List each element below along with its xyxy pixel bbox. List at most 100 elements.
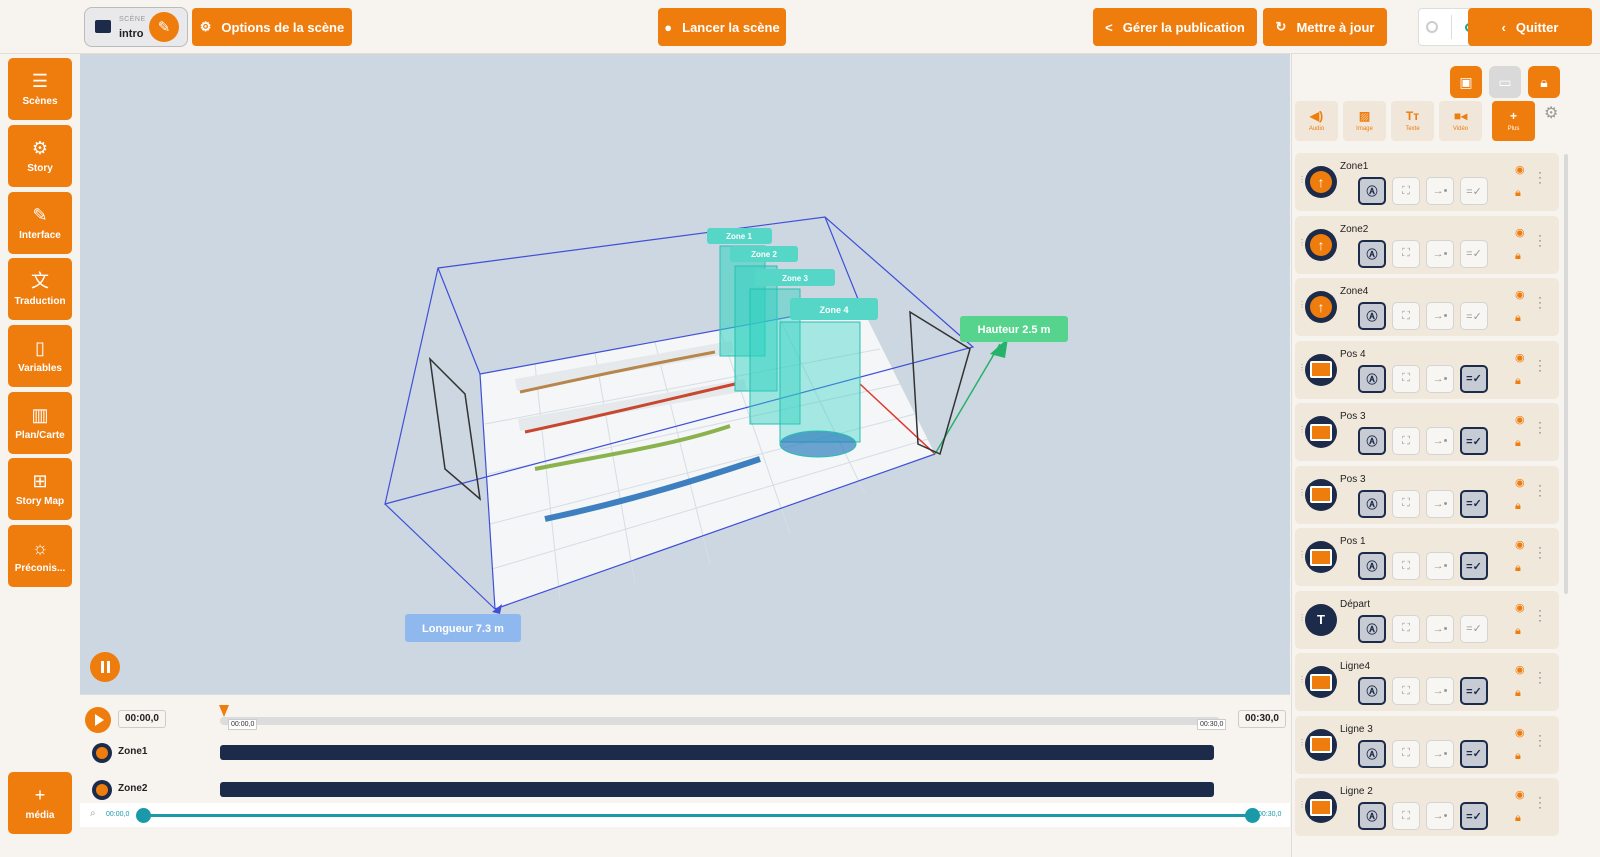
- check-toggle-button[interactable]: =✓: [1460, 302, 1488, 330]
- tab-texte[interactable]: Tт Texte: [1391, 101, 1434, 141]
- fullscreen-toggle-button[interactable]: ⛶: [1392, 302, 1420, 330]
- check-toggle-button[interactable]: =✓: [1460, 239, 1488, 268]
- sidebar-item-interface[interactable]: ✎ Interface: [8, 192, 72, 254]
- enter-toggle-button[interactable]: →•: [1426, 552, 1454, 580]
- fullscreen-toggle-button[interactable]: ⛶: [1392, 677, 1420, 705]
- more-options-icon[interactable]: · · ·: [1538, 416, 1542, 438]
- tab-audio[interactable]: ◀) Audio: [1295, 101, 1338, 141]
- edit-scene-button[interactable]: ✎: [149, 12, 179, 42]
- layer-item[interactable]: ⋮⋮ Pos 3 Ⓐ ⛶ →• =✓ ◉ 🔒︎ · · ·: [1295, 465, 1559, 524]
- more-options-icon[interactable]: · · ·: [1538, 354, 1542, 376]
- fullscreen-toggle-button[interactable]: ⛶: [1392, 239, 1420, 268]
- more-options-icon[interactable]: · · ·: [1538, 291, 1542, 313]
- timeline-zoom-bar[interactable]: ⌕ 00:00,0 00:30,0: [80, 803, 1290, 827]
- visibility-eye-icon[interactable]: ◉: [1515, 726, 1525, 739]
- timer-toggle-button[interactable]: Ⓐ: [1358, 302, 1386, 330]
- lock-icon[interactable]: 🔒︎: [1515, 562, 1521, 575]
- more-options-icon[interactable]: · · ·: [1538, 479, 1542, 501]
- layer-item[interactable]: ⋮⋮ T Départ Ⓐ ⛶ →• =✓ ◉ 🔒︎ · · ·: [1295, 590, 1559, 649]
- zoom-start-handle[interactable]: [136, 808, 151, 823]
- fullscreen-toggle-button[interactable]: ⛶: [1392, 614, 1420, 643]
- lock-icon[interactable]: 🔒︎: [1515, 375, 1521, 388]
- layer-item[interactable]: ⋮⋮Zone2Ⓐ⛶→•=✓◉🔒︎···: [1295, 215, 1559, 274]
- fullscreen-toggle-button[interactable]: ⛶: [1392, 552, 1420, 580]
- visibility-eye-icon[interactable]: ◉: [1515, 601, 1525, 614]
- lock-all-button[interactable]: 🔒︎: [1528, 66, 1560, 98]
- lock-icon[interactable]: 🔒︎: [1515, 750, 1521, 763]
- add-media-button[interactable]: + média: [8, 772, 72, 834]
- sidebar-item-plan-carte[interactable]: ▥ Plan/Carte: [8, 392, 72, 454]
- enter-toggle-button[interactable]: →•: [1426, 239, 1454, 268]
- enter-toggle-button[interactable]: →•: [1426, 302, 1454, 330]
- visibility-eye-icon[interactable]: ◉: [1515, 788, 1525, 801]
- lock-icon[interactable]: 🔒︎: [1515, 687, 1521, 700]
- timeline-play-button[interactable]: [85, 707, 111, 733]
- more-options-icon[interactable]: · · ·: [1538, 166, 1542, 188]
- layer-item[interactable]: ⋮⋮Zone4Ⓐ⛶→•=✓◉🔒︎···: [1295, 278, 1559, 336]
- enter-toggle-button[interactable]: →•: [1426, 427, 1454, 455]
- timer-toggle-button[interactable]: Ⓐ: [1358, 552, 1386, 580]
- lock-icon[interactable]: 🔒︎: [1515, 500, 1521, 513]
- tab-video[interactable]: ■◂ Vidéo: [1439, 101, 1482, 141]
- visibility-eye-icon[interactable]: ◉: [1515, 226, 1525, 239]
- add-folder-button[interactable]: ▣: [1450, 66, 1482, 98]
- settings-gear-icon[interactable]: ⚙: [1544, 103, 1558, 123]
- layer-item[interactable]: ⋮⋮Zone1Ⓐ⛶→•=✓◉🔒︎···: [1295, 153, 1559, 211]
- timer-toggle-button[interactable]: Ⓐ: [1358, 364, 1386, 393]
- timer-toggle-button[interactable]: Ⓐ: [1358, 739, 1386, 768]
- visibility-eye-icon[interactable]: ◉: [1515, 413, 1525, 426]
- check-toggle-button[interactable]: =✓: [1460, 802, 1488, 830]
- lock-icon[interactable]: 🔒︎: [1515, 812, 1521, 825]
- check-toggle-button[interactable]: =✓: [1460, 614, 1488, 643]
- layer-item[interactable]: ⋮⋮ Pos 3 Ⓐ ⛶ →• =✓ ◉ 🔒︎ · · ·: [1295, 403, 1559, 461]
- timer-toggle-button[interactable]: Ⓐ: [1358, 614, 1386, 643]
- update-button[interactable]: ↻ Mettre à jour: [1263, 8, 1387, 46]
- timeline-track[interactable]: Zone1: [80, 743, 1290, 779]
- enter-toggle-button[interactable]: →•: [1426, 177, 1454, 205]
- fullscreen-toggle-button[interactable]: ⛶: [1392, 427, 1420, 455]
- check-toggle-button[interactable]: =✓: [1460, 739, 1488, 768]
- fullscreen-toggle-button[interactable]: ⛶: [1392, 802, 1420, 830]
- enter-toggle-button[interactable]: →•: [1426, 489, 1454, 518]
- visibility-eye-icon[interactable]: ◉: [1515, 663, 1525, 676]
- layers-scrollbar[interactable]: [1564, 154, 1568, 594]
- timer-toggle-button[interactable]: Ⓐ: [1358, 802, 1386, 830]
- timer-toggle-button[interactable]: Ⓐ: [1358, 427, 1386, 455]
- timer-toggle-button[interactable]: Ⓐ: [1358, 239, 1386, 268]
- visibility-eye-icon[interactable]: ◉: [1515, 288, 1525, 301]
- visibility-eye-icon[interactable]: ◉: [1515, 351, 1525, 364]
- check-toggle-button[interactable]: =✓: [1460, 489, 1488, 518]
- check-toggle-button[interactable]: =✓: [1460, 364, 1488, 393]
- enter-toggle-button[interactable]: →•: [1426, 739, 1454, 768]
- playhead-marker-icon[interactable]: [219, 705, 229, 717]
- sidebar-item-story-map[interactable]: ⊞ Story Map: [8, 458, 72, 520]
- fullscreen-toggle-button[interactable]: ⛶: [1392, 364, 1420, 393]
- enter-toggle-button[interactable]: →•: [1426, 614, 1454, 643]
- quit-button[interactable]: ‹ Quitter: [1468, 8, 1592, 46]
- visibility-eye-icon[interactable]: ◉: [1515, 476, 1525, 489]
- more-options-icon[interactable]: · · ·: [1538, 729, 1542, 751]
- enter-toggle-button[interactable]: →•: [1426, 802, 1454, 830]
- pause-button[interactable]: [90, 652, 120, 682]
- tab-plus[interactable]: + Plus: [1492, 101, 1535, 141]
- lock-icon[interactable]: 🔒︎: [1515, 187, 1521, 200]
- visibility-eye-icon[interactable]: ◉: [1515, 538, 1525, 551]
- paste-button[interactable]: ▭: [1489, 66, 1521, 98]
- layer-item[interactable]: ⋮⋮ Pos 4 Ⓐ ⛶ →• =✓ ◉ 🔒︎ · · ·: [1295, 340, 1559, 399]
- enter-toggle-button[interactable]: →•: [1426, 677, 1454, 705]
- layer-item[interactable]: ⋮⋮ Ligne 2 Ⓐ ⛶ →• =✓ ◉ 🔒︎ · · ·: [1295, 778, 1559, 836]
- lock-icon[interactable]: 🔒︎: [1515, 625, 1521, 638]
- timer-toggle-button[interactable]: Ⓐ: [1358, 677, 1386, 705]
- sidebar-item-story[interactable]: ⚙ Story: [8, 125, 72, 187]
- sidebar-item-traduction[interactable]: 文 Traduction: [8, 258, 72, 320]
- lock-icon[interactable]: 🔒︎: [1515, 312, 1521, 325]
- timer-toggle-button[interactable]: Ⓐ: [1358, 489, 1386, 518]
- tab-image[interactable]: ▨ Image: [1343, 101, 1386, 141]
- more-options-icon[interactable]: · · ·: [1538, 541, 1542, 563]
- lock-icon[interactable]: 🔒︎: [1515, 250, 1521, 263]
- scene-3d-canvas[interactable]: Zone 1 Zone 2 Zone 3 Zone 4 Hauteur 2.5 …: [80, 54, 1290, 694]
- more-options-icon[interactable]: · · ·: [1538, 229, 1542, 251]
- track-clip-bar[interactable]: [220, 745, 1214, 760]
- check-toggle-button[interactable]: =✓: [1460, 552, 1488, 580]
- more-options-icon[interactable]: · · ·: [1538, 791, 1542, 813]
